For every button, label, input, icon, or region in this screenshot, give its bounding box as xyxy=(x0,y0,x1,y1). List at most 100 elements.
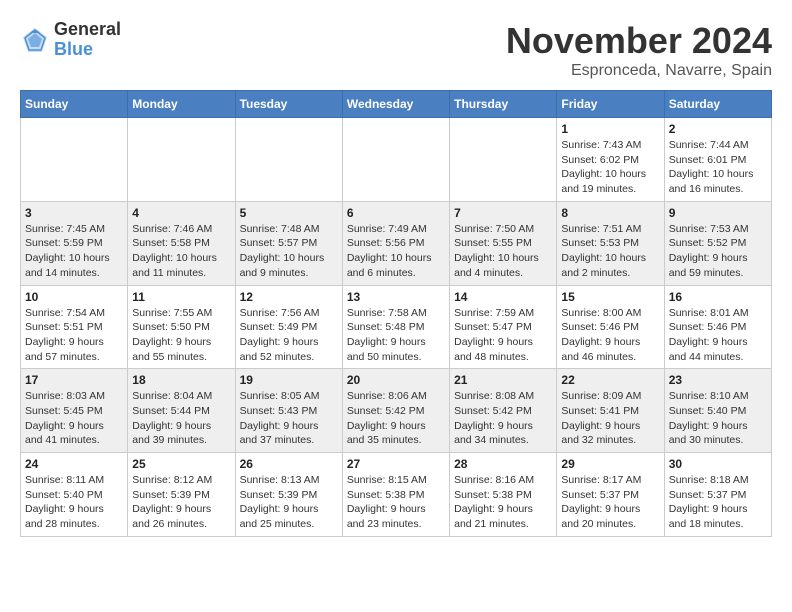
calendar-cell: 24Sunrise: 8:11 AMSunset: 5:40 PMDayligh… xyxy=(21,453,128,537)
day-info: Sunrise: 7:50 AMSunset: 5:55 PMDaylight:… xyxy=(454,222,552,281)
calendar-cell: 17 Sunrise: 8:03 AMSunset: 5:45 PMDayligh… xyxy=(21,369,128,453)
day-number: 22 xyxy=(561,373,659,387)
calendar-cell: 4Sunrise: 7:46 AMSunset: 5:58 PMDaylight… xyxy=(128,201,235,285)
page-header: General Blue November 2024 Espronceda, N… xyxy=(20,20,772,80)
day-number: 10 xyxy=(25,290,123,304)
day-number: 7 xyxy=(454,206,552,220)
day-number: 17 xyxy=(25,373,123,387)
calendar-cell: 26Sunrise: 8:13 AMSunset: 5:39 PMDayligh… xyxy=(235,453,342,537)
calendar-cell: 20 Sunrise: 8:06 AMSunset: 5:42 PMDayligh… xyxy=(342,369,449,453)
daylight-hours: Daylight: 10 hours and 6 minutes. xyxy=(347,252,432,279)
calendar-cell: 11Sunrise: 7:55 AMSunset: 5:50 PMDayligh… xyxy=(128,285,235,369)
calendar-cell: 16 Sunrise: 8:01 AMSunset: 5:46 PMDayligh… xyxy=(664,285,771,369)
day-header-thursday: Thursday xyxy=(450,91,557,118)
day-info: Sunrise: 8:04 AMSunset: 5:44 PMDaylight:… xyxy=(132,389,230,448)
logo-icon xyxy=(20,25,50,55)
calendar-cell xyxy=(235,118,342,202)
calendar-week-row: 3 Sunrise: 7:45 AMSunset: 5:59 PMDaylight… xyxy=(21,201,772,285)
day-number: 9 xyxy=(669,206,767,220)
day-info: Sunrise: 7:54 AMSunset: 5:51 PMDaylight:… xyxy=(25,306,123,365)
day-number: 16 xyxy=(669,290,767,304)
day-number: 28 xyxy=(454,457,552,471)
daylight-hours: Daylight: 10 hours and 11 minutes. xyxy=(132,252,217,279)
calendar-cell: 3 Sunrise: 7:45 AMSunset: 5:59 PMDaylight… xyxy=(21,201,128,285)
day-info: Sunrise: 8:08 AMSunset: 5:42 PMDaylight:… xyxy=(454,389,552,448)
calendar-cell: 13 Sunrise: 7:58 AMSunset: 5:48 PMDayligh… xyxy=(342,285,449,369)
day-header-tuesday: Tuesday xyxy=(235,91,342,118)
day-number: 6 xyxy=(347,206,445,220)
day-header-monday: Monday xyxy=(128,91,235,118)
daylight-hours: Daylight: 9 hours and 44 minutes. xyxy=(669,336,748,363)
day-header-sunday: Sunday xyxy=(21,91,128,118)
daylight-hours: Daylight: 9 hours and 18 minutes. xyxy=(669,503,748,530)
day-info: Sunrise: 7:45 AMSunset: 5:59 PMDaylight:… xyxy=(25,222,123,281)
day-info: Sunrise: 7:51 AMSunset: 5:53 PMDaylight:… xyxy=(561,222,659,281)
day-info: Sunrise: 8:01 AMSunset: 5:46 PMDaylight:… xyxy=(669,306,767,365)
day-header-saturday: Saturday xyxy=(664,91,771,118)
logo: General Blue xyxy=(20,20,121,60)
logo-text: General Blue xyxy=(54,20,121,60)
daylight-hours: Daylight: 9 hours and 26 minutes. xyxy=(132,503,211,530)
daylight-hours: Daylight: 9 hours and 32 minutes. xyxy=(561,420,640,447)
calendar-cell: 9 Sunrise: 7:53 AMSunset: 5:52 PMDaylight… xyxy=(664,201,771,285)
calendar-table: SundayMondayTuesdayWednesdayThursdayFrid… xyxy=(20,90,772,537)
day-number: 21 xyxy=(454,373,552,387)
daylight-hours: Daylight: 9 hours and 39 minutes. xyxy=(132,420,211,447)
day-info: Sunrise: 8:06 AMSunset: 5:42 PMDaylight:… xyxy=(347,389,445,448)
day-number: 13 xyxy=(347,290,445,304)
logo-blue: Blue xyxy=(54,40,121,60)
calendar-cell: 23Sunrise: 8:10 AMSunset: 5:40 PMDayligh… xyxy=(664,369,771,453)
calendar-cell xyxy=(21,118,128,202)
calendar-cell: 7 Sunrise: 7:50 AMSunset: 5:55 PMDaylight… xyxy=(450,201,557,285)
day-info: Sunrise: 8:11 AMSunset: 5:40 PMDaylight:… xyxy=(25,473,123,532)
day-info: Sunrise: 8:17 AMSunset: 5:37 PMDaylight:… xyxy=(561,473,659,532)
day-info: Sunrise: 8:10 AMSunset: 5:40 PMDaylight:… xyxy=(669,389,767,448)
daylight-hours: Daylight: 9 hours and 59 minutes. xyxy=(669,252,748,279)
calendar-cell: 14 Sunrise: 7:59 AMSunset: 5:47 PMDayligh… xyxy=(450,285,557,369)
day-info: Sunrise: 8:09 AMSunset: 5:41 PMDaylight:… xyxy=(561,389,659,448)
calendar-cell: 19Sunrise: 8:05 AMSunset: 5:43 PMDayligh… xyxy=(235,369,342,453)
day-info: Sunrise: 7:56 AMSunset: 5:49 PMDaylight:… xyxy=(240,306,338,365)
calendar-week-row: 10 Sunrise: 7:54 AMSunset: 5:51 PMDayligh… xyxy=(21,285,772,369)
calendar-cell: 30Sunrise: 8:18 AMSunset: 5:37 PMDayligh… xyxy=(664,453,771,537)
daylight-hours: Daylight: 9 hours and 55 minutes. xyxy=(132,336,211,363)
day-number: 25 xyxy=(132,457,230,471)
calendar-cell: 22 Sunrise: 8:09 AMSunset: 5:41 PMDayligh… xyxy=(557,369,664,453)
day-info: Sunrise: 7:53 AMSunset: 5:52 PMDaylight:… xyxy=(669,222,767,281)
day-info: Sunrise: 8:15 AMSunset: 5:38 PMDaylight:… xyxy=(347,473,445,532)
day-info: Sunrise: 7:58 AMSunset: 5:48 PMDaylight:… xyxy=(347,306,445,365)
daylight-hours: Daylight: 10 hours and 14 minutes. xyxy=(25,252,110,279)
calendar-cell: 27 Sunrise: 8:15 AMSunset: 5:38 PMDayligh… xyxy=(342,453,449,537)
calendar-cell: 1Sunrise: 7:43 AMSunset: 6:02 PMDaylight… xyxy=(557,118,664,202)
calendar-week-row: 1Sunrise: 7:43 AMSunset: 6:02 PMDaylight… xyxy=(21,118,772,202)
daylight-hours: Daylight: 9 hours and 57 minutes. xyxy=(25,336,104,363)
daylight-hours: Daylight: 9 hours and 25 minutes. xyxy=(240,503,319,530)
month-title: November 2024 xyxy=(506,20,772,62)
calendar-header-row: SundayMondayTuesdayWednesdayThursdayFrid… xyxy=(21,91,772,118)
day-info: Sunrise: 8:03 AMSunset: 5:45 PMDaylight:… xyxy=(25,389,123,448)
calendar-cell: 29Sunrise: 8:17 AMSunset: 5:37 PMDayligh… xyxy=(557,453,664,537)
calendar-cell: 5Sunrise: 7:48 AMSunset: 5:57 PMDaylight… xyxy=(235,201,342,285)
day-info: Sunrise: 8:05 AMSunset: 5:43 PMDaylight:… xyxy=(240,389,338,448)
day-number: 3 xyxy=(25,206,123,220)
title-block: November 2024 Espronceda, Navarre, Spain xyxy=(506,20,772,80)
day-number: 14 xyxy=(454,290,552,304)
day-number: 30 xyxy=(669,457,767,471)
calendar-cell xyxy=(342,118,449,202)
daylight-hours: Daylight: 10 hours and 16 minutes. xyxy=(669,168,754,195)
day-info: Sunrise: 7:43 AMSunset: 6:02 PMDaylight:… xyxy=(561,138,659,197)
day-number: 12 xyxy=(240,290,338,304)
day-info: Sunrise: 7:59 AMSunset: 5:47 PMDaylight:… xyxy=(454,306,552,365)
day-info: Sunrise: 7:46 AMSunset: 5:58 PMDaylight:… xyxy=(132,222,230,281)
location: Espronceda, Navarre, Spain xyxy=(506,62,772,80)
day-number: 15 xyxy=(561,290,659,304)
day-number: 27 xyxy=(347,457,445,471)
day-info: Sunrise: 8:13 AMSunset: 5:39 PMDaylight:… xyxy=(240,473,338,532)
calendar-cell xyxy=(450,118,557,202)
calendar-week-row: 24Sunrise: 8:11 AMSunset: 5:40 PMDayligh… xyxy=(21,453,772,537)
daylight-hours: Daylight: 10 hours and 2 minutes. xyxy=(561,252,646,279)
daylight-hours: Daylight: 9 hours and 41 minutes. xyxy=(25,420,104,447)
daylight-hours: Daylight: 9 hours and 50 minutes. xyxy=(347,336,426,363)
daylight-hours: Daylight: 9 hours and 21 minutes. xyxy=(454,503,533,530)
day-number: 20 xyxy=(347,373,445,387)
